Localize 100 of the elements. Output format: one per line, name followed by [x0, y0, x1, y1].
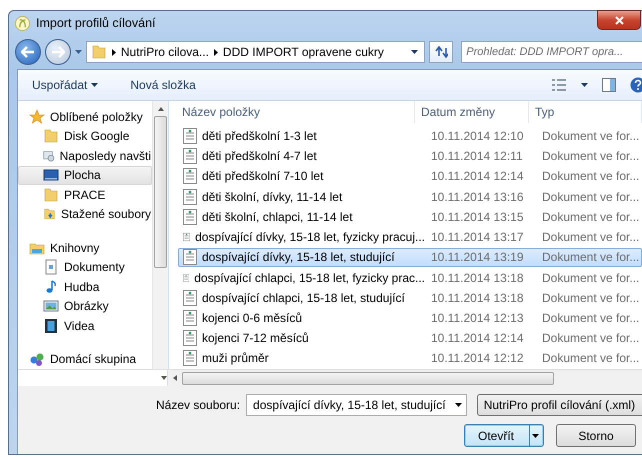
back-arrow-icon — [20, 46, 35, 58]
file-row[interactable]: dospívající chlapci, 15-18 let, fyzicky prac... 10.11.2014 13:18 Dokument ve for... — [178, 268, 642, 288]
document-icon — [183, 188, 197, 205]
sidebar-item[interactable]: Videa — [18, 316, 152, 336]
chevron-icon — [214, 48, 218, 56]
forward-button[interactable] — [44, 39, 71, 65]
file-type-dropdown[interactable]: NutriPro profil cílování (.xml) — [476, 394, 642, 416]
file-name: děti školní, chlapci, 11-14 let — [202, 210, 353, 224]
file-row[interactable]: děti předškolní 4-7 let 10.11.2014 12:11 Dokument ve for... — [178, 146, 642, 166]
caret-icon — [74, 50, 82, 54]
caret-icon — [581, 83, 588, 87]
type-cell-text: Dokument ve for... — [541, 351, 640, 366]
breadcrumb[interactable]: NutriPro cilova... — [120, 45, 209, 59]
file-name: děti předškolní 1-3 let — [202, 128, 317, 143]
file-name: dospívající chlapci, 15-18 let, fyzicky prac... — [194, 270, 425, 285]
date-cell-text: 10.11.2014 13:18 — [430, 270, 525, 285]
file-name: děti předškolní 4-7 let — [202, 149, 317, 164]
file-row[interactable]: muži průměr 10.11.2014 12:12 Dokument ve for... — [178, 348, 642, 368]
sidebar-item[interactable]: Dokumenty — [18, 258, 152, 277]
address-bar[interactable]: NutriPro cilova... DDD IMPORT opravene cukry — [86, 41, 426, 63]
document-icon — [183, 350, 197, 366]
document-icon — [183, 128, 197, 144]
scrollbar[interactable] — [152, 101, 168, 369]
document-icon — [183, 290, 197, 306]
type-cell-text: Dokument ve for... — [541, 169, 640, 184]
close-icon — [614, 16, 624, 24]
column-header[interactable]: Název položky — [169, 101, 415, 123]
sidebar-item[interactable]: Oblíbené položky — [18, 107, 152, 126]
open-button[interactable]: Otevřít — [464, 424, 544, 447]
sidebar-item[interactable]: Hudba — [18, 277, 152, 296]
file-row[interactable]: dospívající dívky, 15-18 let, studující 10.11.2014 13:19 Dokument ve for... — [178, 248, 642, 267]
type-cell-text: Dokument ve for... — [541, 290, 640, 305]
scroll-arrow-icon[interactable] — [158, 106, 164, 112]
date-cell-text: 10.11.2014 12:12 — [430, 351, 525, 366]
document-icon — [183, 249, 197, 266]
file-row[interactable]: děti školní, chlapci, 11-14 let 10.11.2014 13:15 Dokument ve for... — [178, 207, 642, 226]
type-cell-text: Dokument ve for... — [541, 310, 640, 325]
breadcrumb[interactable]: DDD IMPORT opravene cukry — [222, 45, 384, 59]
caret-icon — [411, 50, 418, 54]
file-row[interactable]: dospívající chlapci, 15-18 let, studující 10.11.2014 13:18 Dokument ve for... — [178, 288, 642, 308]
type-cell-text: Dokument ve for... — [541, 149, 640, 164]
caret-icon — [91, 83, 98, 87]
filename-label: Název souboru: — [156, 398, 240, 412]
file-row[interactable]: děti předškolní 7-10 let 10.11.2014 12:14 Dokument ve for... — [178, 166, 642, 186]
homegroup-icon — [29, 351, 45, 368]
close-button[interactable] — [597, 10, 641, 30]
file-row[interactable]: děti školní, dívky, 11-14 let 10.11.2014 13:16 Dokument ve for... — [178, 187, 642, 206]
search-field[interactable]: Prohledat: DDD IMPORT opra... — [461, 41, 642, 63]
date-cell-text: 10.11.2014 12:13 — [430, 310, 525, 325]
date-cell-text: 10.11.2014 12:14 — [430, 331, 525, 346]
star-icon — [29, 108, 45, 125]
window-title: Import profilů cílování — [36, 16, 156, 30]
date-cell-text: 10.11.2014 13:15 — [430, 210, 525, 224]
sidebar-item[interactable]: Domácí skupina — [18, 350, 152, 369]
caret-icon — [454, 403, 462, 407]
sidebar-item[interactable]: Stažené soubory — [18, 204, 152, 224]
back-button[interactable] — [15, 39, 41, 65]
picture-icon — [43, 298, 59, 314]
sidebar-item[interactable]: Knihovny — [18, 238, 152, 258]
file-name: děti školní, dívky, 11-14 let — [202, 190, 342, 204]
view-list-icon[interactable] — [551, 78, 567, 92]
sidebar-item[interactable]: Plocha — [18, 166, 152, 185]
folder-icon — [43, 128, 59, 144]
type-cell-text: Dokument ve for... — [541, 270, 640, 285]
file-row[interactable]: kojenci 0-6 měsíců 10.11.2014 12:13 Dokument ve for... — [178, 308, 642, 328]
file-name: dospívající chlapci, 15-18 let, studující — [202, 290, 405, 305]
folder-icon — [90, 44, 107, 60]
app-logo-icon — [15, 16, 30, 30]
date-cell-text: 10.11.2014 12:14 — [430, 169, 525, 184]
document-icon — [183, 310, 197, 326]
type-cell-text: Dokument ve for... — [541, 230, 640, 244]
toolbar-button[interactable]: Nová složka — [126, 75, 200, 95]
file-row[interactable]: děti předškolní 1-3 let 10.11.2014 12:10 Dokument ve for... — [178, 126, 642, 146]
date-cell-text: 10.11.2014 13:16 — [430, 190, 525, 204]
date-cell-text: 10.11.2014 13:18 — [430, 290, 525, 305]
column-header[interactable]: Typ — [529, 101, 642, 123]
toolbar-button[interactable]: Uspořádat — [28, 75, 102, 95]
help-icon[interactable] — [630, 77, 642, 93]
sidebar-item[interactable]: Disk Google — [18, 126, 152, 146]
document-icon — [183, 330, 197, 346]
sidebar-item[interactable]: Obrázky — [18, 296, 152, 316]
filename-field[interactable]: dospívající dívky, 15-18 let, studující — [246, 394, 467, 416]
refresh-button[interactable] — [429, 41, 454, 63]
preview-pane-icon[interactable] — [602, 78, 616, 92]
date-cell-text: 10.11.2014 13:19 — [430, 250, 525, 264]
forward-arrow-icon — [50, 46, 65, 58]
document-icon — [43, 259, 59, 276]
date-cell-text: 10.11.2014 12:10 — [430, 128, 525, 143]
film-icon — [43, 318, 59, 334]
file-row[interactable]: kojenci 7-12 měsíců 10.11.2014 12:14 Dokument ve for... — [178, 328, 642, 348]
file-row[interactable]: dospívající dívky, 15-18 let, fyzicky pracuj... 10.11.2014 13:17 Dokument ve for... — [178, 227, 642, 247]
file-name: muži průměr — [202, 351, 269, 366]
file-name: dospívající dívky, 15-18 let, fyzicky pracuj... — [195, 230, 425, 244]
sidebar-item[interactable]: PRACE — [18, 185, 152, 204]
document-icon — [183, 168, 197, 184]
folder-icon — [43, 186, 59, 203]
column-header[interactable]: Datum změny — [415, 101, 529, 123]
desktop-icon — [43, 167, 59, 184]
sidebar-item[interactable]: Naposledy navšti — [18, 146, 152, 166]
cancel-button[interactable]: Storno — [556, 424, 636, 447]
